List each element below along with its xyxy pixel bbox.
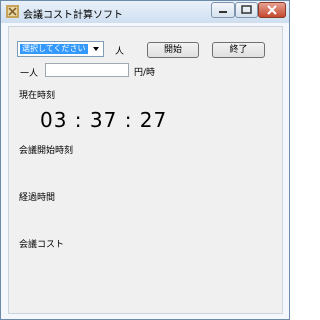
- current-time-label: 現在時刻: [19, 91, 56, 101]
- app-icon: [6, 5, 19, 18]
- title-bar[interactable]: 会議コスト計算ソフト: [1, 1, 289, 23]
- per-person-label: 一人: [20, 69, 39, 79]
- start-button[interactable]: 開始: [147, 42, 199, 58]
- people-count-selected: 選択してください: [20, 44, 88, 54]
- close-icon: [267, 5, 277, 15]
- window-title: 会議コスト計算ソフト: [23, 10, 123, 21]
- end-button[interactable]: 終了: [212, 42, 265, 58]
- minimize-button[interactable]: [211, 2, 235, 18]
- chevron-down-icon[interactable]: [93, 47, 99, 51]
- per-person-cost-field[interactable]: [45, 63, 129, 77]
- per-person-unit-label: 円/時: [134, 68, 156, 78]
- elapsed-time-label: 経過時間: [19, 193, 56, 203]
- maximize-button[interactable]: [235, 2, 258, 18]
- people-unit-label: 人: [115, 47, 125, 57]
- maximize-icon: [241, 5, 252, 14]
- meeting-start-label: 会議開始時刻: [19, 146, 74, 156]
- app-window: 会議コスト計算ソフト 選択してください 人 開始 終了 一人 円/時 現在時刻 …: [0, 0, 290, 320]
- meeting-cost-label: 会議コスト: [19, 240, 65, 250]
- people-count-select[interactable]: 選択してください: [17, 41, 104, 57]
- current-time-display: 03 : 37 : 27: [40, 108, 168, 132]
- close-button[interactable]: [258, 2, 286, 18]
- minimize-icon: [219, 11, 227, 13]
